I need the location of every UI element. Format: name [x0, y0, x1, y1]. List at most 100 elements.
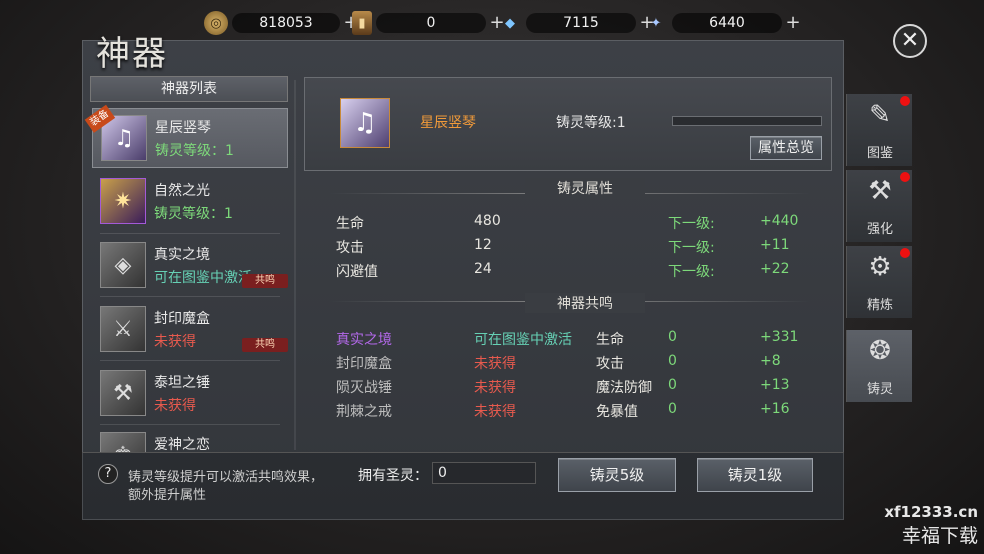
- attr-name: 生命: [336, 216, 364, 232]
- list-item-sealed-box[interactable]: ⚔ 封印魔盒 未获得 共鸣: [92, 300, 288, 360]
- divider: [100, 296, 280, 297]
- add-diamond-button[interactable]: +: [784, 14, 802, 32]
- divider: [100, 424, 280, 425]
- forge-attributes-header: 铸灵属性: [525, 178, 645, 198]
- list-item-titan-hammer[interactable]: ⚒ 泰坦之锤 未获得: [92, 364, 288, 424]
- tab-refine[interactable]: ⚙ 精炼: [846, 246, 912, 318]
- resonance-status: 未获得: [474, 380, 516, 396]
- realm-mirror-icon: ◈: [100, 242, 146, 288]
- sealed-box-icon: ⚔: [100, 306, 146, 352]
- currency-diamond: ✦ 6440 +: [644, 10, 802, 36]
- attr-next-label: 下一级:: [668, 216, 715, 232]
- resonance-value: 0: [668, 401, 677, 417]
- help-icon[interactable]: ?: [98, 464, 118, 484]
- list-item-love-goddess[interactable]: ♚ 爱神之恋: [92, 426, 288, 452]
- attr-value: 12: [474, 237, 492, 253]
- gold-value: 818053: [232, 13, 340, 33]
- resonance-status: 未获得: [474, 404, 516, 420]
- owned-spirit-label: 拥有圣灵：: [358, 468, 428, 484]
- attr-next-label: 下一级:: [668, 240, 715, 256]
- list-item-name: 爱神之恋: [154, 437, 210, 452]
- attr-value: 480: [474, 213, 501, 229]
- resonance-bonus: +8: [760, 353, 781, 369]
- artifact-name: 星辰竖琴: [420, 115, 476, 131]
- resonance-status: 可在图鉴中激活: [474, 332, 572, 348]
- diamond-value: 6440: [672, 13, 782, 33]
- list-item-name: 泰坦之锤: [154, 375, 210, 391]
- owned-spirit-field: [432, 462, 536, 484]
- list-item-name: 星辰竖琴: [155, 120, 211, 136]
- tab-forge-soul[interactable]: ❂ 铸灵: [846, 330, 912, 402]
- tab-label: 精炼: [866, 298, 893, 313]
- resonance-value: 0: [668, 377, 677, 393]
- watermark-name: 幸福下载: [901, 525, 978, 547]
- forge-1-level-button[interactable]: 铸灵1级: [697, 458, 813, 492]
- list-item-status: 可在图鉴中激活: [154, 270, 252, 286]
- list-item-name: 自然之光: [154, 183, 210, 199]
- watermark-site: xf12333.cn: [884, 503, 978, 521]
- resonance-artifact: 荆棘之戒: [336, 404, 392, 420]
- resonance-bonus: +331: [760, 329, 799, 345]
- divider: [100, 233, 280, 234]
- attribute-overview-button[interactable]: 属性总览: [750, 136, 822, 160]
- crystal-value: 7115: [526, 13, 636, 33]
- nature-light-icon: ✷: [100, 178, 146, 224]
- resonance-header: 神器共鸣: [525, 293, 645, 313]
- list-item-status: 铸灵等级：1: [155, 143, 234, 159]
- attr-next-label: 下一级:: [668, 264, 715, 280]
- notification-dot: [900, 172, 910, 182]
- attr-next-value: +440: [760, 213, 799, 229]
- list-item-status: 未获得: [154, 398, 196, 414]
- attr-name: 闪避值: [336, 264, 378, 280]
- resonance-value: 0: [668, 353, 677, 369]
- list-item-status: 未获得: [154, 334, 196, 350]
- page-title: 神器: [96, 34, 168, 74]
- titan-hammer-icon: ⚒: [100, 370, 146, 416]
- attr-next-value: +11: [760, 237, 790, 253]
- resonance-tag: 共鸣: [242, 274, 288, 288]
- close-icon: ✕: [900, 28, 920, 53]
- tab-label: 图鉴: [866, 146, 893, 161]
- resonance-attr: 攻击: [596, 356, 624, 372]
- tab-label: 铸灵: [866, 382, 893, 397]
- forge-level: 铸灵等级:1: [556, 115, 626, 131]
- attr-next-value: +22: [760, 261, 790, 277]
- list-item-status: 铸灵等级：1: [154, 206, 233, 222]
- resonance-bonus: +16: [760, 401, 790, 417]
- resonance-status: 未获得: [474, 356, 516, 372]
- list-item-nature-light[interactable]: ✷ 自然之光 铸灵等级：1: [92, 172, 288, 232]
- currency-gold: ◎ 818053 +: [204, 10, 360, 36]
- resonance-bonus: +13: [760, 377, 790, 393]
- list-item-true-realm[interactable]: ◈ 真实之境 可在图鉴中激活 共鸣: [92, 236, 288, 296]
- list-item-star-harp[interactable]: ♫ 装备 星辰竖琴 铸灵等级：1: [84, 104, 288, 168]
- watermark: xf12333.cn 幸福下载: [884, 503, 978, 548]
- attr-value: 24: [474, 261, 492, 277]
- diamond-icon: ✦: [650, 15, 662, 31]
- list-item-name: 封印魔盒: [154, 311, 210, 327]
- attr-name: 攻击: [336, 240, 364, 256]
- love-artifact-icon: ♚: [100, 432, 146, 452]
- resonance-artifact: 真实之境: [336, 332, 392, 348]
- resonance-artifact: 封印魔盒: [336, 356, 392, 372]
- list-item-name: 真实之境: [154, 247, 210, 263]
- close-button[interactable]: ✕: [893, 24, 927, 58]
- coin-icon: ◎: [204, 11, 228, 35]
- forge-5-levels-button[interactable]: 铸灵5级: [558, 458, 676, 492]
- blue-crystal-icon: ◆: [505, 15, 515, 31]
- card-value: 0: [376, 13, 486, 33]
- owned-spirit-value: 0: [438, 465, 447, 481]
- notification-dot: [900, 96, 910, 106]
- tab-label: 强化: [866, 222, 893, 237]
- currency-crystal: ◆ 7115 +: [498, 10, 656, 36]
- tab-enhance[interactable]: ⚒ 强化: [846, 170, 912, 242]
- resonance-value: 0: [668, 329, 677, 345]
- resonance-artifact: 陨灭战锤: [336, 380, 392, 396]
- column-divider: [294, 80, 296, 450]
- soul-emblem-icon: ❂: [869, 336, 891, 366]
- artifact-list-header: 神器列表: [90, 76, 288, 102]
- currency-card: ▮ 0 +: [352, 10, 506, 36]
- card-icon: ▮: [352, 11, 372, 35]
- tab-codex[interactable]: ✎ 图鉴: [846, 94, 912, 166]
- divider: [100, 360, 280, 361]
- hint-text-line1: 铸灵等级提升可以激活共鸣效果，: [128, 470, 324, 485]
